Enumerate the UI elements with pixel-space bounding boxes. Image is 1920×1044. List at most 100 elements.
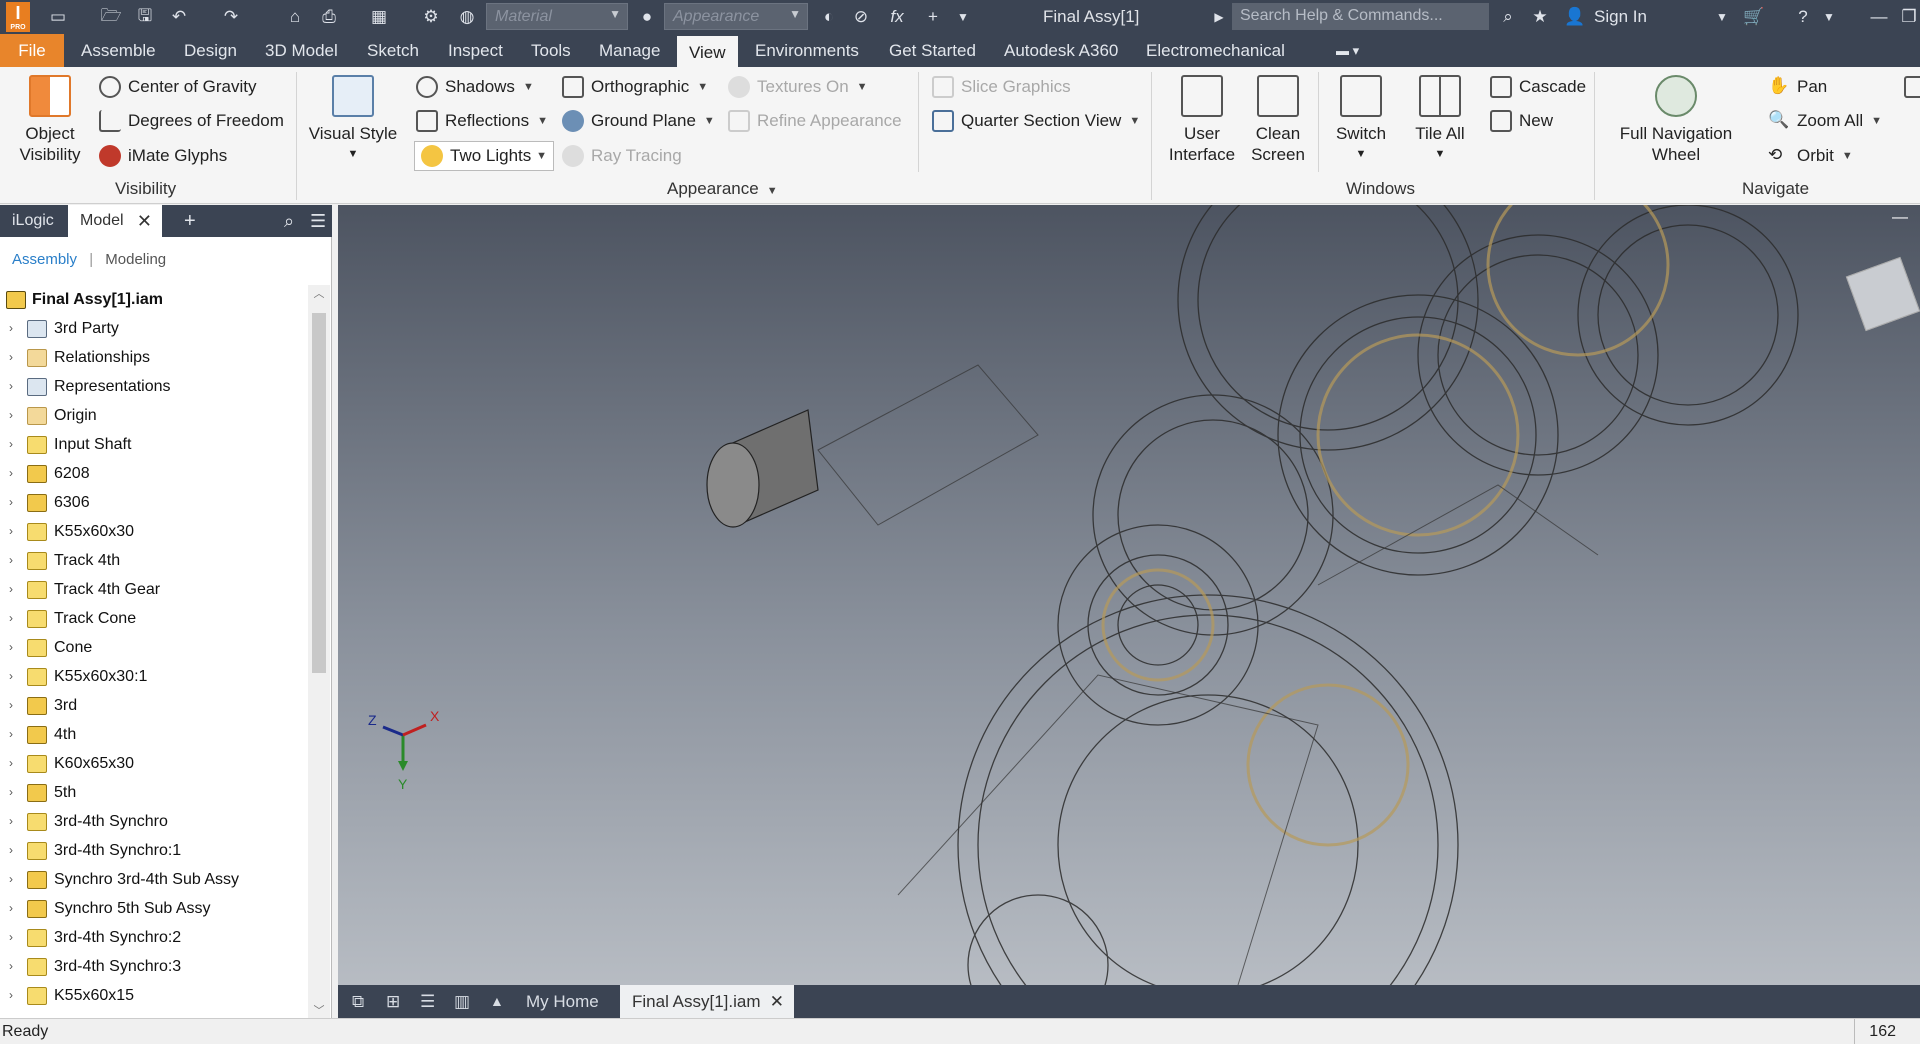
full-navigation-wheel-button[interactable]: Full Navigation Wheel	[1606, 75, 1746, 165]
open-folder-icon[interactable]: 🗁	[98, 5, 124, 29]
globe-icon[interactable]: ◍	[454, 5, 480, 29]
tab-autodesk-a360[interactable]: Autodesk A360	[992, 34, 1130, 67]
scroll-up-icon[interactable]: ︿	[308, 285, 330, 301]
tab-model[interactable]: Model ✕	[68, 205, 162, 237]
tree-item[interactable]: › K60x65x30	[0, 749, 308, 778]
group-label-appearance[interactable]: Appearance ▼	[667, 179, 778, 199]
tree-item[interactable]: › K55x60x30	[0, 517, 308, 546]
expand-chevron-icon[interactable]: ›	[9, 749, 13, 778]
tree-item[interactable]: › Synchro 3rd-4th Sub Assy	[0, 865, 308, 894]
customize-dropdown-icon[interactable]: ▼	[952, 5, 974, 29]
expand-chevron-icon[interactable]: ›	[9, 836, 13, 865]
cascade-windows-icon[interactable]: ⧉	[340, 985, 376, 1018]
scroll-down-icon[interactable]: ﹀	[308, 1002, 330, 1018]
help-icon[interactable]: ?	[1790, 5, 1816, 29]
redo-icon[interactable]: ↷	[218, 5, 244, 29]
chevron-right-icon[interactable]: ▶	[1212, 5, 1226, 29]
tab-get-started[interactable]: Get Started	[877, 34, 988, 67]
tree-item[interactable]: › Track 4th Gear	[0, 575, 308, 604]
expand-chevron-icon[interactable]: ›	[9, 430, 13, 459]
tree-item[interactable]: › Representations	[0, 372, 308, 401]
slice-graphics-button[interactable]: Slice Graphics	[932, 76, 1071, 98]
tree-item[interactable]: › 3rd-4th Synchro:3	[0, 952, 308, 981]
ribbon-options-icon[interactable]: ▬ ▾	[1324, 34, 1371, 67]
undo-icon[interactable]: ↶	[166, 5, 192, 29]
ray-tracing-button[interactable]: Ray Tracing	[562, 145, 682, 167]
ground-plane-button[interactable]: Ground Plane ▼	[562, 110, 715, 132]
tab-view[interactable]: View	[677, 34, 738, 67]
tree-item[interactable]: › Cone	[0, 633, 308, 662]
tree-item[interactable]: › K55x60x15	[0, 981, 308, 1010]
switch-button[interactable]: Switch ▼	[1328, 75, 1394, 165]
tree-item[interactable]: › 3rd-4th Synchro	[0, 807, 308, 836]
graphics-viewport[interactable]: — Z X Y	[338, 205, 1920, 985]
expand-chevron-icon[interactable]: ›	[9, 865, 13, 894]
clean-screen-button[interactable]: Clean Screen	[1244, 75, 1312, 165]
object-visibility-button[interactable]: Object Visibility	[14, 75, 86, 165]
tab-electromechanical[interactable]: Electromechanical	[1134, 34, 1297, 67]
user-interface-button[interactable]: User Interface	[1164, 75, 1240, 165]
expand-chevron-icon[interactable]: ›	[9, 662, 13, 691]
pan-button[interactable]: ✋ Pan	[1768, 76, 1827, 98]
expand-chevron-icon[interactable]: ›	[9, 691, 13, 720]
expand-chevron-icon[interactable]: ›	[9, 343, 13, 372]
restore-icon[interactable]: ❐	[1898, 5, 1920, 29]
expand-chevron-icon[interactable]: ›	[9, 633, 13, 662]
close-document-icon[interactable]: ✕	[770, 985, 784, 1018]
add-tab-icon[interactable]: +	[172, 205, 208, 237]
tree-item[interactable]: › K55x60x30:1	[0, 662, 308, 691]
tab-environments[interactable]: Environments	[743, 34, 871, 67]
select-priority-icon[interactable]: ▦	[366, 5, 392, 29]
shadows-button[interactable]: Shadows ▼	[416, 76, 534, 98]
expand-chevron-icon[interactable]: ›	[9, 894, 13, 923]
close-icon[interactable]: ✕	[137, 205, 152, 237]
expand-chevron-icon[interactable]: ›	[9, 981, 13, 1010]
lighting-style-select[interactable]: Two Lights ▼	[414, 141, 554, 171]
expand-chevron-icon[interactable]: ›	[9, 952, 13, 981]
expand-chevron-icon[interactable]: ›	[9, 488, 13, 517]
visual-style-button[interactable]: Visual Style ▼	[308, 75, 398, 165]
search-input[interactable]: Search Help & Commands...	[1232, 3, 1489, 30]
tab-list-up-icon[interactable]: ▲	[478, 985, 516, 1018]
plus-icon[interactable]: +	[920, 5, 946, 29]
tree-item[interactable]: › 6208	[0, 459, 308, 488]
tile-vertical-icon[interactable]: ▥	[442, 985, 482, 1018]
tree-item[interactable]: › 3rd-4th Synchro:2	[0, 923, 308, 952]
expand-chevron-icon[interactable]: ›	[9, 575, 13, 604]
appearance-combo[interactable]: Appearance ▼	[664, 3, 808, 30]
cart-icon[interactable]: 🛒	[1740, 5, 1768, 29]
expand-chevron-icon[interactable]: ›	[9, 517, 13, 546]
material-combo[interactable]: Material ▼	[486, 3, 628, 30]
degrees-of-freedom-button[interactable]: Degrees of Freedom	[99, 110, 284, 132]
scroll-thumb[interactable]	[312, 313, 326, 673]
refine-appearance-button[interactable]: Refine Appearance	[728, 110, 902, 132]
tab-my-home[interactable]: My Home	[514, 985, 611, 1018]
tab-design[interactable]: Design	[172, 34, 249, 67]
tree-item[interactable]: › 3rd	[0, 691, 308, 720]
tile-all-button[interactable]: Tile All ▼	[1404, 75, 1476, 165]
tree-item[interactable]: › 3rd-4th Synchro:1	[0, 836, 308, 865]
imate-glyphs-button[interactable]: iMate Glyphs	[99, 145, 227, 167]
expand-chevron-icon[interactable]: ›	[9, 314, 13, 343]
minimize-icon[interactable]: —	[1866, 5, 1892, 29]
tab-assemble[interactable]: Assemble	[69, 34, 168, 67]
expand-chevron-icon[interactable]: ›	[9, 401, 13, 430]
tree-item[interactable]: › Origin	[0, 401, 308, 430]
subtab-modeling[interactable]: Modeling	[105, 251, 166, 268]
menu-icon[interactable]: ☰	[298, 205, 338, 237]
help-dropdown-icon[interactable]: ▼	[1822, 5, 1836, 29]
center-of-gravity-button[interactable]: Center of Gravity	[99, 76, 257, 98]
clear-appearance-icon[interactable]: ⊘	[848, 5, 874, 29]
tab-manage[interactable]: Manage	[587, 34, 672, 67]
sign-in-link[interactable]: Sign In	[1594, 5, 1654, 29]
new-document-icon[interactable]: ▭	[44, 5, 72, 29]
expand-chevron-icon[interactable]: ›	[9, 807, 13, 836]
expand-chevron-icon[interactable]: ›	[9, 546, 13, 575]
fx-parameters-icon[interactable]: fx	[884, 5, 910, 29]
tab-document[interactable]: Final Assy[1].iam ✕	[620, 985, 794, 1018]
orthographic-button[interactable]: Orthographic ▼	[562, 76, 708, 98]
user-icon[interactable]: 👤	[1562, 5, 1588, 29]
home-icon[interactable]: ⌂	[282, 5, 308, 29]
expand-chevron-icon[interactable]: ›	[9, 778, 13, 807]
binoculars-icon[interactable]: ⌕	[1495, 5, 1521, 29]
